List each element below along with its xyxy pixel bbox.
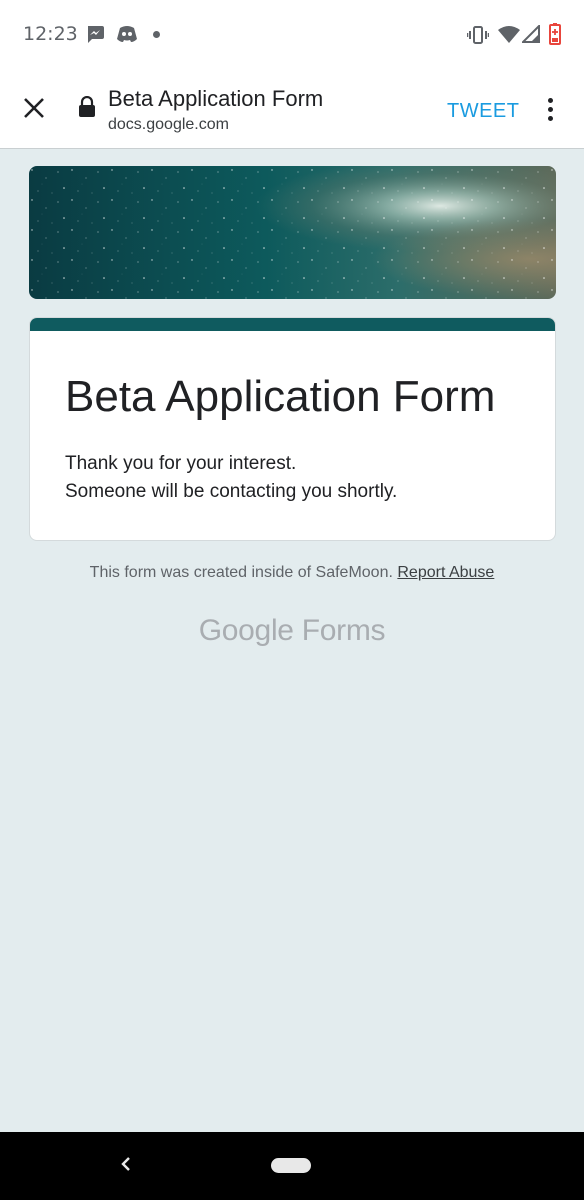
- confirmation-message-line1: Thank you for your interest.: [65, 453, 297, 474]
- logo-google-text: Google: [198, 614, 294, 647]
- page-title: Beta Application Form: [108, 86, 324, 111]
- wifi-icon: [498, 25, 520, 48]
- vibrate-icon: [466, 25, 490, 50]
- back-icon[interactable]: [116, 1154, 136, 1179]
- status-time: 12:23: [23, 23, 78, 45]
- system-nav-bar: [0, 1132, 584, 1200]
- home-pill[interactable]: [271, 1158, 311, 1173]
- status-bar: 12:23: [0, 0, 584, 72]
- google-forms-logo[interactable]: Google Forms: [0, 614, 584, 648]
- browser-toolbar: Beta Application Form docs.google.com TW…: [0, 72, 584, 149]
- close-button[interactable]: [18, 92, 50, 124]
- form-header-image: [29, 166, 556, 299]
- page-url: docs.google.com: [108, 116, 229, 133]
- report-abuse-link[interactable]: Report Abuse: [397, 564, 494, 581]
- confirmation-message-line2: Someone will be contacting you shortly.: [65, 481, 398, 502]
- messenger-icon: [85, 24, 105, 49]
- card-accent-bar: [30, 318, 555, 331]
- more-dot-icon: [153, 31, 160, 38]
- form-card: Beta Application Form Thank you for your…: [29, 317, 556, 541]
- discord-icon: [116, 24, 138, 49]
- footer-note-text: This form was created inside of SafeMoon…: [89, 564, 393, 581]
- form-footer-note: This form was created inside of SafeMoon…: [0, 564, 584, 582]
- lock-icon: [78, 95, 96, 123]
- more-vert-icon[interactable]: [540, 96, 562, 124]
- signal-icon: [520, 23, 540, 48]
- battery-low-icon: [549, 23, 561, 50]
- tweet-button[interactable]: TWEET: [447, 100, 520, 123]
- close-icon: [24, 98, 44, 118]
- form-title: Beta Application Form: [65, 372, 496, 421]
- logo-forms-text: Forms: [301, 614, 386, 647]
